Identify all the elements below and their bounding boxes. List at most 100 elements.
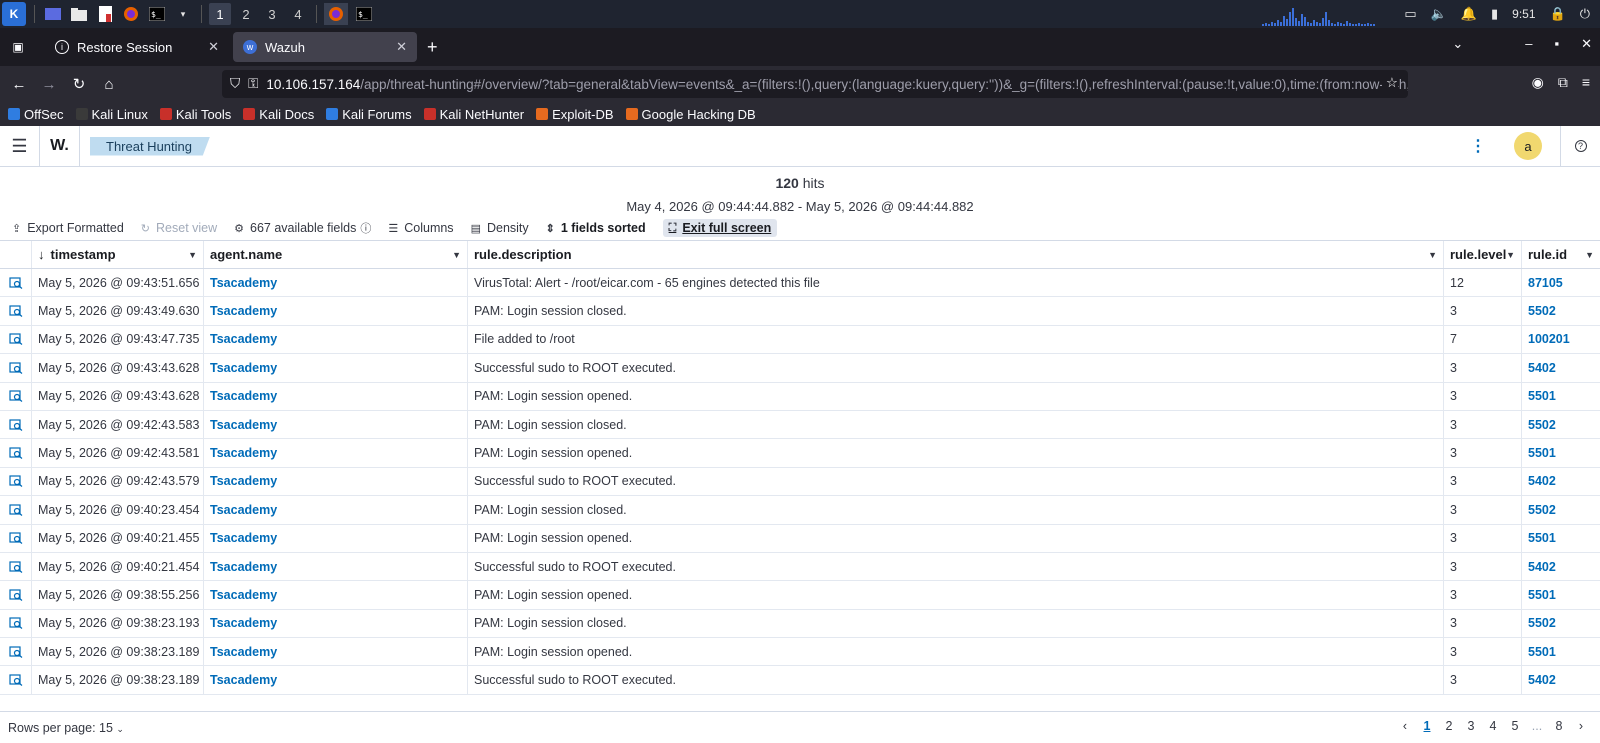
- chevron-down-icon[interactable]: ▼: [1506, 250, 1515, 260]
- notification-bell-icon[interactable]: 🔔: [1461, 6, 1477, 22]
- page-4[interactable]: 4: [1482, 719, 1504, 733]
- page-info-icon[interactable]: ⚿: [248, 76, 258, 92]
- cell-agent-name[interactable]: Tsacademy: [204, 297, 468, 325]
- inspect-document-icon[interactable]: [8, 646, 23, 658]
- cell-agent-name[interactable]: Tsacademy: [204, 325, 468, 354]
- close-icon[interactable]: ✕: [208, 39, 219, 55]
- cell-agent-name[interactable]: Tsacademy: [204, 439, 468, 467]
- expand-row-icon[interactable]: [0, 496, 32, 524]
- page-5[interactable]: 5: [1504, 719, 1526, 733]
- cell-rule-id[interactable]: 5501: [1522, 581, 1600, 608]
- cell-rule-id[interactable]: 5502: [1522, 610, 1600, 637]
- cell-rule-id[interactable]: 100201: [1522, 326, 1600, 353]
- battery-icon[interactable]: ▮: [1491, 6, 1498, 22]
- bookmark-google-hacking-db[interactable]: Google Hacking DB: [625, 107, 756, 122]
- expand-row-icon[interactable]: [0, 269, 32, 297]
- cell-agent-name[interactable]: Tsacademy: [204, 269, 468, 297]
- cell-rule-id[interactable]: 5501: [1522, 383, 1600, 410]
- bookmark-kali-tools[interactable]: Kali Tools: [159, 107, 231, 122]
- maximize-button[interactable]: ▪: [1554, 36, 1559, 52]
- inspect-document-icon[interactable]: [8, 277, 23, 289]
- workspace-3[interactable]: 3: [261, 3, 283, 25]
- cell-agent-name[interactable]: Tsacademy: [204, 581, 468, 609]
- inspect-document-icon[interactable]: [8, 504, 23, 516]
- cell-rule-id[interactable]: 5402: [1522, 666, 1600, 693]
- column-header-rule-id[interactable]: rule.id ▼: [1522, 241, 1600, 268]
- chevron-down-icon[interactable]: ▼: [1585, 250, 1594, 260]
- cell-rule-id[interactable]: 5402: [1522, 553, 1600, 580]
- workspace-4[interactable]: 4: [287, 3, 309, 25]
- help-icon[interactable]: ?: [1560, 126, 1600, 166]
- kali-menu-icon[interactable]: K: [2, 2, 26, 26]
- cell-agent-name[interactable]: Tsacademy: [204, 524, 468, 552]
- inspect-document-icon[interactable]: [8, 362, 23, 374]
- expand-row-icon[interactable]: [0, 524, 32, 552]
- inspect-document-icon[interactable]: [8, 390, 23, 403]
- cell-rule-id[interactable]: 5402: [1522, 468, 1600, 495]
- display-icon[interactable]: ▭: [1404, 6, 1416, 22]
- column-header-agent-name[interactable]: agent.name ▼: [204, 241, 468, 268]
- column-header-rule-level[interactable]: rule.level ▼: [1444, 241, 1522, 268]
- expand-row-icon[interactable]: [0, 666, 32, 694]
- url-bar[interactable]: ⛉ ⚿ 10.106.157.164/app/threat-hunting#/o…: [222, 70, 1408, 98]
- bookmark-kali-nethunter[interactable]: Kali NetHunter: [423, 107, 524, 122]
- columns-button[interactable]: ☰ Columns: [388, 221, 453, 235]
- reload-button[interactable]: ↻: [64, 75, 94, 93]
- cell-rule-id[interactable]: 5502: [1522, 496, 1600, 523]
- tab-list-icon[interactable]: ▣: [8, 37, 28, 57]
- cell-agent-name[interactable]: Tsacademy: [204, 382, 468, 410]
- expand-row-icon[interactable]: [0, 581, 32, 609]
- chevron-down-icon[interactable]: ▼: [1428, 250, 1437, 260]
- files-icon[interactable]: [69, 4, 89, 24]
- expand-row-icon[interactable]: [0, 638, 32, 666]
- reset-view-button[interactable]: ↻ Reset view: [141, 221, 217, 235]
- page-1[interactable]: 1: [1416, 719, 1438, 733]
- extensions-icon[interactable]: ⧉: [1558, 74, 1568, 91]
- desktop-icon[interactable]: [43, 4, 63, 24]
- cell-agent-name[interactable]: Tsacademy: [204, 496, 468, 524]
- rows-per-page-select[interactable]: Rows per page: 15 ⌄: [8, 721, 124, 735]
- lock-icon[interactable]: 🔒: [1550, 6, 1566, 22]
- chevron-down-icon[interactable]: ▼: [452, 250, 461, 260]
- inspect-document-icon[interactable]: [8, 560, 23, 573]
- expand-row-icon[interactable]: [0, 467, 32, 496]
- density-button[interactable]: ▤ Density: [471, 221, 529, 235]
- home-button[interactable]: ⌂: [94, 76, 124, 93]
- sort-fields-button[interactable]: ⇕ 1 fields sorted: [546, 221, 646, 235]
- expand-row-icon[interactable]: [0, 354, 32, 382]
- inspect-document-icon[interactable]: [8, 333, 23, 346]
- minimize-button[interactable]: –: [1525, 36, 1532, 52]
- cell-agent-name[interactable]: Tsacademy: [204, 552, 468, 581]
- bookmark-offsec[interactable]: OffSec: [8, 107, 64, 122]
- cell-rule-id[interactable]: 5501: [1522, 525, 1600, 552]
- expand-row-icon[interactable]: [0, 325, 32, 354]
- expand-row-icon[interactable]: [0, 552, 32, 581]
- inspect-document-icon[interactable]: [8, 617, 23, 630]
- cell-rule-id[interactable]: 5502: [1522, 411, 1600, 438]
- cell-agent-name[interactable]: Tsacademy: [204, 638, 468, 666]
- cell-rule-id[interactable]: 5501: [1522, 638, 1600, 665]
- account-icon[interactable]: ◉: [1532, 74, 1544, 91]
- window-close-button[interactable]: ✕: [1581, 36, 1592, 52]
- inspect-document-icon[interactable]: [8, 532, 23, 545]
- cell-agent-name[interactable]: Tsacademy: [204, 354, 468, 382]
- expand-row-icon[interactable]: [0, 439, 32, 467]
- inspect-document-icon[interactable]: [8, 447, 23, 459]
- forward-button[interactable]: →: [34, 76, 64, 93]
- cell-agent-name[interactable]: Tsacademy: [204, 609, 468, 638]
- expand-row-icon[interactable]: [0, 609, 32, 638]
- inspect-document-icon[interactable]: [8, 305, 23, 318]
- cell-agent-name[interactable]: Tsacademy: [204, 666, 468, 694]
- clock[interactable]: 9:51: [1512, 7, 1535, 21]
- tab-overflow-chevron-icon[interactable]: ⌄: [1452, 36, 1463, 52]
- next-page-icon[interactable]: ›: [1570, 719, 1592, 733]
- shield-icon[interactable]: ⛉: [230, 76, 240, 92]
- wazuh-logo[interactable]: W.: [40, 126, 80, 166]
- prev-page-icon[interactable]: ‹: [1394, 719, 1416, 733]
- exit-fullscreen-button[interactable]: ⛶ Exit full screen: [662, 219, 778, 237]
- bookmark-kali-linux[interactable]: Kali Linux: [75, 107, 148, 122]
- bookmark-exploit-db[interactable]: Exploit-DB: [536, 107, 614, 122]
- more-options-icon[interactable]: ⋮: [1470, 136, 1486, 156]
- expand-row-icon[interactable]: [0, 410, 32, 439]
- terminal-launcher-icon[interactable]: $_: [147, 4, 167, 24]
